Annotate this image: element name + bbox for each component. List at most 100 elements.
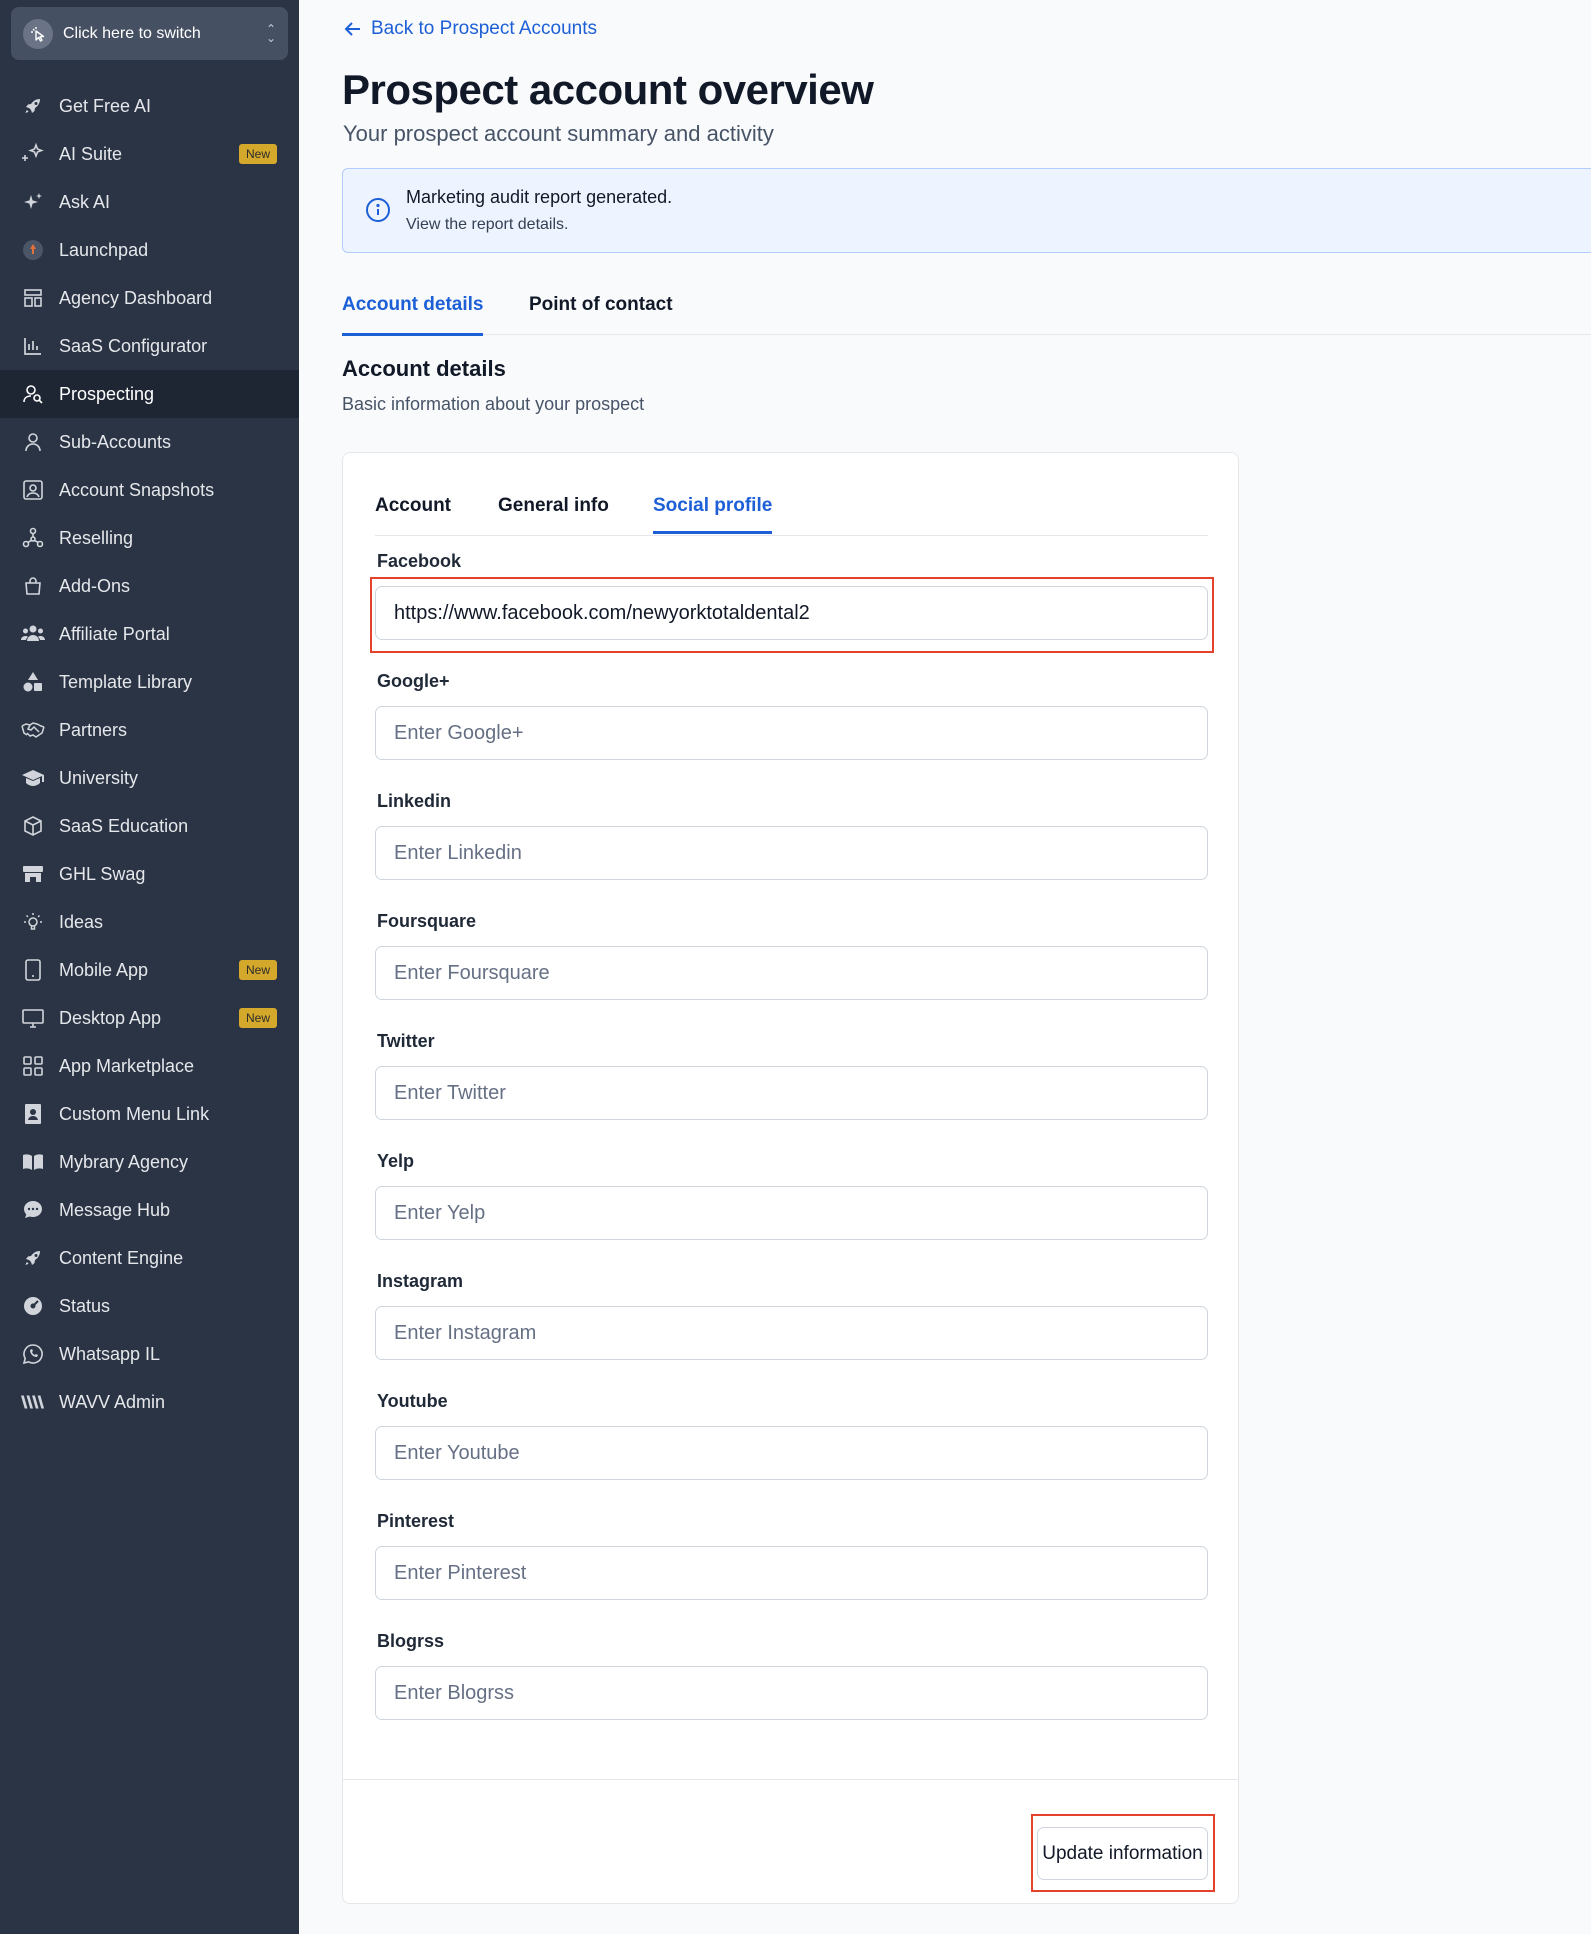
sidebar-item-label: App Marketplace — [59, 1055, 195, 1076]
sidebar-item-label: SaaS Education — [59, 815, 189, 836]
sidebar-item-label: Content Engine — [59, 1247, 184, 1268]
info-alert: Marketing audit report generated. View t… — [342, 168, 1591, 253]
sidebar-item-label: Agency Dashboard — [59, 287, 213, 308]
network-icon — [21, 526, 45, 550]
tab-account[interactable]: Account — [375, 495, 451, 531]
sidebar-item-label: Mybrary Agency — [59, 1151, 189, 1172]
pointer-click-icon — [23, 18, 53, 49]
back-link-label: Back to Prospect Accounts — [371, 18, 598, 39]
sidebar-item-mybrary-agency[interactable]: Mybrary Agency — [0, 1138, 299, 1186]
sidebar-item-wavv-admin[interactable]: WAVV Admin — [0, 1378, 299, 1426]
linkedin-label: Linkedin — [377, 791, 452, 811]
sidebar-item-mobile-app[interactable]: Mobile App New — [0, 946, 299, 994]
main-content: Back to Prospect Accounts Prospect accou… — [299, 0, 1591, 1934]
sidebar-item-template-library[interactable]: Template Library — [0, 658, 299, 706]
sidebar-item-custom-menu-link[interactable]: Custom Menu Link — [0, 1090, 299, 1138]
sidebar-item-partners[interactable]: Partners — [0, 706, 299, 754]
contact-card-icon — [21, 1102, 45, 1126]
bar-chart-icon — [21, 334, 45, 358]
twitter-input[interactable] — [375, 1066, 1208, 1120]
sidebar-item-prospecting[interactable]: Prospecting — [0, 370, 299, 418]
sidebar-item-reselling[interactable]: Reselling — [0, 514, 299, 562]
ai-sparkle-icon — [21, 190, 45, 214]
sidebar-item-whatsapp-il[interactable]: Whatsapp IL — [0, 1330, 299, 1378]
chat-bubble-icon — [21, 1198, 45, 1222]
sidebar-item-label: Desktop App — [59, 1007, 162, 1028]
sidebar-item-message-hub[interactable]: Message Hub — [0, 1186, 299, 1234]
desktop-icon — [21, 1006, 45, 1030]
sidebar-item-agency-dashboard[interactable]: Agency Dashboard — [0, 274, 299, 322]
sidebar-item-desktop-app[interactable]: Desktop App New — [0, 994, 299, 1042]
sidebar-item-label: Custom Menu Link — [59, 1103, 210, 1124]
sidebar-item-university[interactable]: University — [0, 754, 299, 802]
tab-social-profile[interactable]: Social profile — [653, 495, 773, 534]
sidebar-item-ai-suite[interactable]: AI Suite New — [0, 130, 299, 178]
twitter-label: Twitter — [377, 1031, 435, 1051]
sidebar-item-launchpad[interactable]: Launchpad — [0, 226, 299, 274]
snapshot-icon — [21, 478, 45, 502]
new-badge: New — [238, 960, 277, 980]
details-tabs: Account General info Social profile — [375, 453, 1208, 536]
back-to-prospect-accounts-link[interactable]: Back to Prospect Accounts — [344, 18, 597, 40]
info-icon — [366, 198, 390, 222]
foursquare-label: Foursquare — [377, 911, 477, 931]
page-subtitle: Your prospect account summary and activi… — [343, 121, 774, 146]
sidebar-item-sub-accounts[interactable]: Sub-Accounts — [0, 418, 299, 466]
sidebar-item-saas-configurator[interactable]: SaaS Configurator — [0, 322, 299, 370]
sidebar-item-label: WAVV Admin — [59, 1391, 166, 1412]
sidebar-item-label: GHL Swag — [59, 863, 146, 884]
sidebar-item-status[interactable]: Status — [0, 1282, 299, 1330]
sidebar-item-label: Message Hub — [59, 1199, 171, 1220]
blogrss-input[interactable] — [375, 1666, 1208, 1720]
tab-account-details[interactable]: Account details — [342, 294, 484, 336]
sidebar-item-ideas[interactable]: Ideas — [0, 898, 299, 946]
pinterest-input[interactable] — [375, 1546, 1208, 1600]
tab-point-of-contact[interactable]: Point of contact — [529, 294, 673, 333]
account-switcher[interactable]: Click here to switch ⌃ ⌄ — [11, 7, 288, 60]
handshake-icon — [21, 718, 45, 742]
youtube-input[interactable] — [375, 1426, 1208, 1480]
sidebar-nav: Get Free AI AI Suite New Ask AI Launchpa… — [0, 82, 299, 1426]
sidebar-item-label: Mobile App — [59, 959, 149, 980]
instagram-input[interactable] — [375, 1306, 1208, 1360]
chevron-up-down-icon: ⌃ ⌄ — [265, 21, 276, 45]
cube-icon — [21, 814, 45, 838]
google-plus-input[interactable] — [375, 706, 1208, 760]
rocket-icon — [21, 94, 45, 118]
shapes-icon — [21, 670, 45, 694]
sidebar-item-app-marketplace[interactable]: App Marketplace — [0, 1042, 299, 1090]
alert-text: View the report details. — [406, 216, 569, 233]
card-footer-divider — [343, 1779, 1238, 1780]
sidebar-item-label: AI Suite — [59, 143, 123, 164]
sidebar-item-label: Launchpad — [59, 239, 149, 260]
book-icon — [21, 1150, 45, 1174]
sidebar-item-get-free-ai[interactable]: Get Free AI — [0, 82, 299, 130]
user-search-icon — [21, 382, 45, 406]
sidebar-item-saas-education[interactable]: SaaS Education — [0, 802, 299, 850]
sidebar-item-add-ons[interactable]: Add-Ons — [0, 562, 299, 610]
alert-title: Marketing audit report generated. — [406, 187, 673, 207]
facebook-input[interactable] — [375, 586, 1208, 640]
google-plus-label: Google+ — [377, 671, 450, 691]
sidebar-item-account-snapshots[interactable]: Account Snapshots — [0, 466, 299, 514]
sidebar-item-label: Ideas — [59, 911, 104, 932]
sidebar-item-label: Account Snapshots — [59, 479, 215, 500]
yelp-label: Yelp — [377, 1151, 415, 1171]
sidebar-item-ghl-swag[interactable]: GHL Swag — [0, 850, 299, 898]
whatsapp-icon — [21, 1342, 45, 1366]
grid-icon — [21, 1054, 45, 1078]
yelp-input[interactable] — [375, 1186, 1208, 1240]
tab-general-info[interactable]: General info — [498, 495, 609, 531]
blogrss-label: Blogrss — [377, 1631, 445, 1651]
sparkles-icon — [21, 142, 45, 166]
launchpad-icon — [21, 238, 45, 262]
update-information-button[interactable]: Update information — [1037, 1827, 1208, 1880]
sidebar: Click here to switch ⌃ ⌄ Get Free AI AI S… — [0, 0, 299, 1934]
sidebar-item-content-engine[interactable]: Content Engine — [0, 1234, 299, 1282]
foursquare-input[interactable] — [375, 946, 1208, 1000]
sidebar-item-affiliate-portal[interactable]: Affiliate Portal — [0, 610, 299, 658]
sidebar-item-label: Sub-Accounts — [59, 431, 172, 452]
sidebar-item-label: Template Library — [59, 671, 193, 692]
sidebar-item-ask-ai[interactable]: Ask AI — [0, 178, 299, 226]
linkedin-input[interactable] — [375, 826, 1208, 880]
